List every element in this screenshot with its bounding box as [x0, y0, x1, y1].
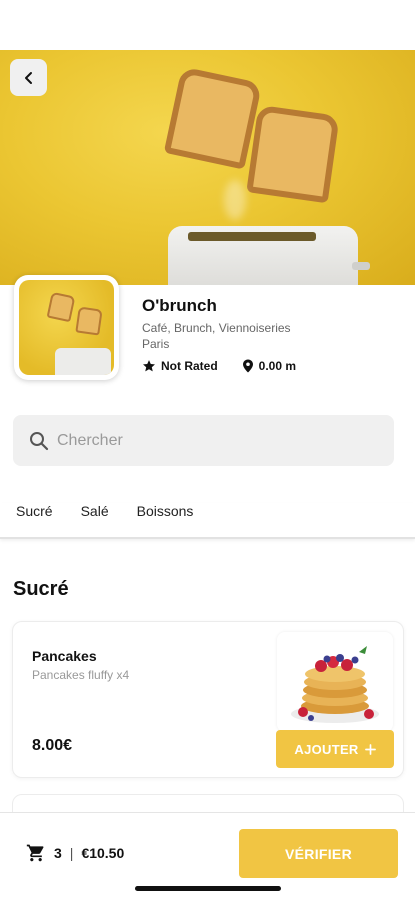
search-input[interactable]	[57, 431, 357, 450]
cart-total: €10.50	[81, 845, 125, 861]
restaurant-categories: Café, Brunch, Viennoiseries	[142, 321, 291, 335]
cart-icon	[26, 844, 44, 862]
plus-icon	[364, 743, 376, 755]
toast-slice-image	[246, 104, 340, 204]
product-image	[277, 632, 393, 732]
restaurant-logo	[14, 275, 119, 380]
cart-summary[interactable]: 3 | €10.50	[26, 843, 124, 863]
tab-sucre[interactable]: Sucré	[16, 503, 53, 537]
distance-text: 0.00 m	[258, 359, 297, 373]
steam-decoration	[224, 180, 246, 220]
star-icon	[143, 360, 155, 372]
distance-info: 0.00 m	[242, 359, 296, 373]
restaurant-city: Paris	[142, 337, 170, 351]
rating-info: Not Rated	[142, 359, 218, 373]
product-description: Pancakes fluffy x4	[32, 668, 130, 682]
category-tabs: Sucré Salé Boissons	[0, 503, 415, 539]
checkout-button[interactable]: VÉRIFIER	[239, 829, 398, 878]
cart-count: 3	[54, 845, 62, 861]
restaurant-name: O'brunch	[142, 296, 217, 315]
chevron-left-icon	[24, 71, 32, 84]
back-button[interactable]	[10, 59, 47, 96]
section-title: Sucré	[13, 578, 69, 600]
rating-text: Not Rated	[161, 359, 218, 373]
product-card[interactable]: Pancakes Pancakes fluffy x4 8.00€ AJOUTE…	[12, 621, 404, 778]
bottom-cart-bar: 3 | €10.50 VÉRIFIER	[0, 812, 415, 900]
toast-slice-image	[163, 66, 263, 170]
product-name: Pancakes	[32, 648, 97, 664]
toaster-slot	[188, 232, 316, 241]
toaster-lever	[352, 262, 370, 270]
product-price: 8.00€	[32, 737, 73, 754]
add-button-label: AJOUTER	[294, 741, 359, 757]
home-indicator	[135, 886, 281, 891]
restaurant-meta: Not Rated 0.00 m	[142, 359, 320, 373]
cart-separator: |	[69, 845, 74, 861]
tab-sale[interactable]: Salé	[81, 503, 109, 537]
tab-boissons[interactable]: Boissons	[137, 503, 194, 537]
add-to-cart-button[interactable]: AJOUTER	[276, 730, 394, 768]
location-pin-icon	[242, 359, 253, 373]
hero-banner-image	[0, 50, 415, 285]
search-bar[interactable]	[13, 415, 394, 466]
search-icon	[30, 431, 49, 450]
